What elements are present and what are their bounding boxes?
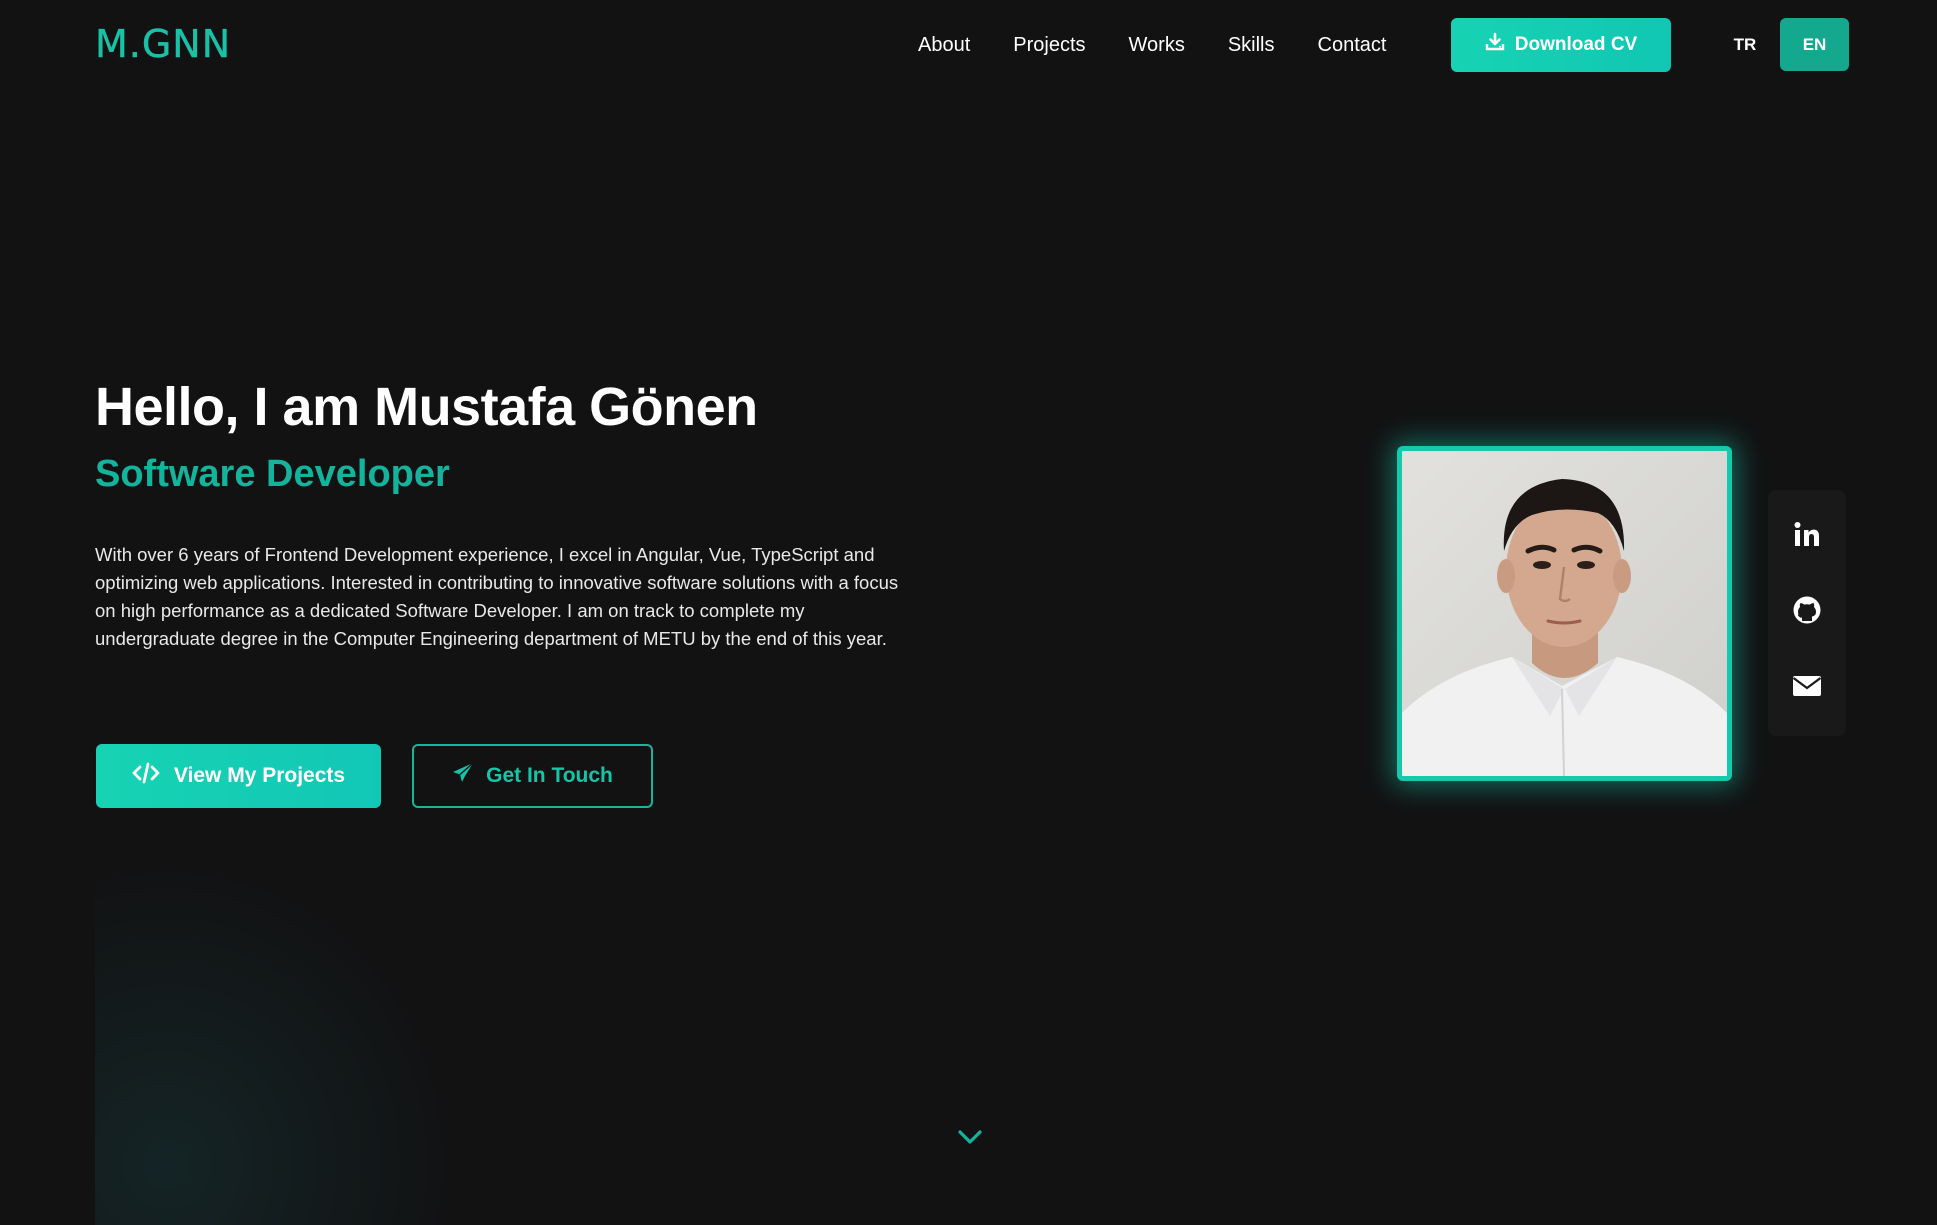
chevron-down-icon (957, 1129, 983, 1150)
site-header: M.GNN About Projects Works Skills Contac… (0, 0, 1937, 90)
email-link[interactable] (1787, 668, 1827, 708)
nav-skills[interactable]: Skills (1228, 31, 1275, 59)
linkedin-link[interactable] (1787, 518, 1827, 558)
get-in-touch-label: Get In Touch (486, 764, 613, 787)
profile-photo (1397, 446, 1732, 781)
language-en-button[interactable]: EN (1780, 18, 1849, 71)
download-cv-label: Download CV (1514, 34, 1638, 55)
download-cv-button[interactable]: Download CV (1451, 18, 1671, 72)
hero-description: With over 6 years of Frontend Developmen… (95, 544, 899, 649)
nav-about[interactable]: About (918, 31, 970, 59)
page: M.GNN About Projects Works Skills Contac… (0, 0, 1937, 1225)
code-icon (132, 762, 160, 790)
get-in-touch-button[interactable]: Get In Touch (412, 744, 653, 808)
mail-icon (1792, 674, 1822, 703)
nav-projects[interactable]: Projects (1013, 31, 1085, 59)
background-glow (95, 860, 455, 1225)
linkedin-icon (1793, 521, 1821, 554)
site-logo[interactable]: M.GNN (95, 22, 231, 66)
view-projects-button[interactable]: View My Projects (96, 744, 381, 808)
social-links (1768, 490, 1846, 736)
scroll-down-button[interactable] (956, 1127, 984, 1151)
main-nav: About Projects Works Skills Contact (918, 31, 1429, 59)
nav-contact[interactable]: Contact (1318, 31, 1387, 59)
view-projects-label: View My Projects (173, 764, 346, 787)
hero-subtitle: Software Developer (95, 453, 450, 495)
profile-portrait (1402, 451, 1727, 776)
github-icon (1792, 595, 1822, 630)
hero-title: Hello, I am Mustafa Gönen (95, 377, 758, 437)
language-tr-button[interactable]: TR (1727, 18, 1763, 72)
github-link[interactable] (1787, 593, 1827, 633)
paper-plane-icon (452, 762, 474, 790)
nav-works[interactable]: Works (1129, 31, 1185, 59)
download-icon (1485, 32, 1505, 58)
